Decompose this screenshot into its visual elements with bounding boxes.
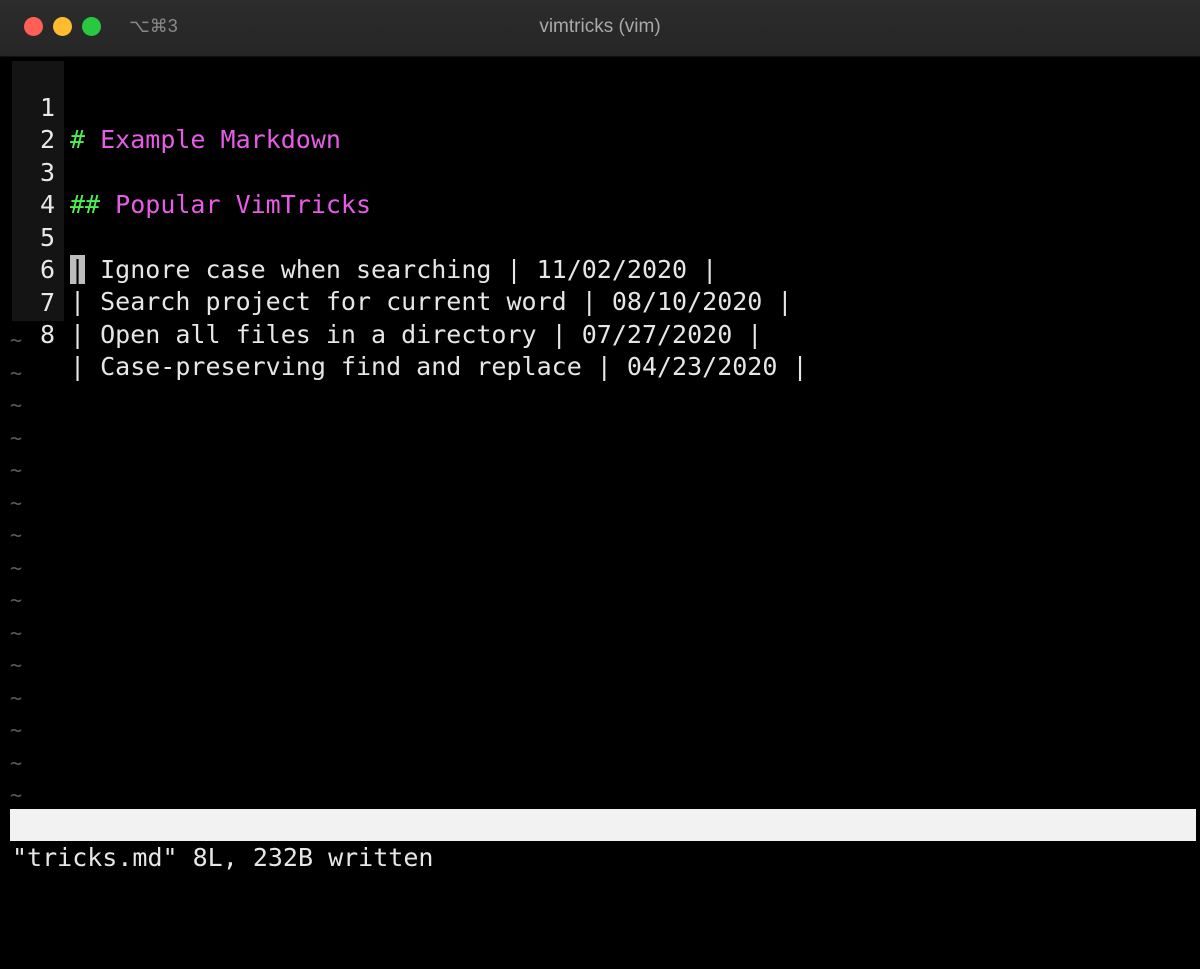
command-line-message: "tricks.md" 8L, 232B written: [12, 843, 434, 872]
buffer-line[interactable]: 2: [0, 92, 1200, 154]
terminal-window: ⌥⌘3 vimtricks (vim) 1 # Example Markdown…: [0, 0, 1200, 935]
empty-line-tilde: ~: [10, 653, 23, 677]
cursor-position: 5,1: [928, 874, 974, 903]
empty-line-tilde: ~: [10, 750, 23, 775]
table-row-text: | Case-preserving find and replace | 04/…: [70, 352, 808, 381]
empty-line-tilde: ~: [10, 360, 23, 385]
vim-editor[interactable]: 1 # Example Markdown 2 3 ## Popular VimT…: [0, 57, 1200, 807]
buffer-line[interactable]: 6 | Search project for current word | 08…: [0, 222, 1200, 316]
empty-line-tilde: ~: [10, 620, 23, 645]
buffer-line[interactable]: 4: [0, 157, 1200, 219]
buffer-line[interactable]: 8 | Case-preserving find and replace | 0…: [0, 287, 1200, 381]
empty-line-tilde: ~: [10, 458, 23, 482]
buffer-line[interactable]: 5 | Ignore case when searching | 11/02/2…: [0, 190, 1200, 284]
empty-line-tilde: ~: [10, 555, 23, 580]
empty-line-tilde: ~: [10, 783, 23, 807]
buffer-line[interactable]: 7 | Open all files in a directory | 07/2…: [0, 255, 1200, 349]
table-row-text: | Open all files in a directory | 07/27/…: [70, 320, 763, 349]
window-title: vimtricks (vim): [539, 16, 661, 37]
empty-line-tilde: ~: [10, 685, 23, 710]
status-line: [1] tricks.md [markdown][Git(master)] 5,…: [10, 809, 1196, 935]
buffer-line[interactable]: 1 # Example Markdown: [0, 60, 1200, 154]
empty-line-tilde: ~: [10, 523, 23, 547]
scroll-indicator: All: [1146, 906, 1192, 935]
empty-line-tilde: ~: [10, 393, 23, 417]
empty-line-tilde: ~: [10, 718, 23, 742]
empty-line-tilde: ~: [10, 425, 23, 450]
empty-line-tilde: ~: [10, 328, 23, 352]
title-bar: ⌥⌘3 vimtricks (vim): [0, 0, 1200, 57]
empty-line-tilde: ~: [10, 490, 23, 515]
buffer-line[interactable]: 3 ## Popular VimTricks: [0, 125, 1200, 219]
empty-line-tilde: ~: [10, 588, 23, 612]
